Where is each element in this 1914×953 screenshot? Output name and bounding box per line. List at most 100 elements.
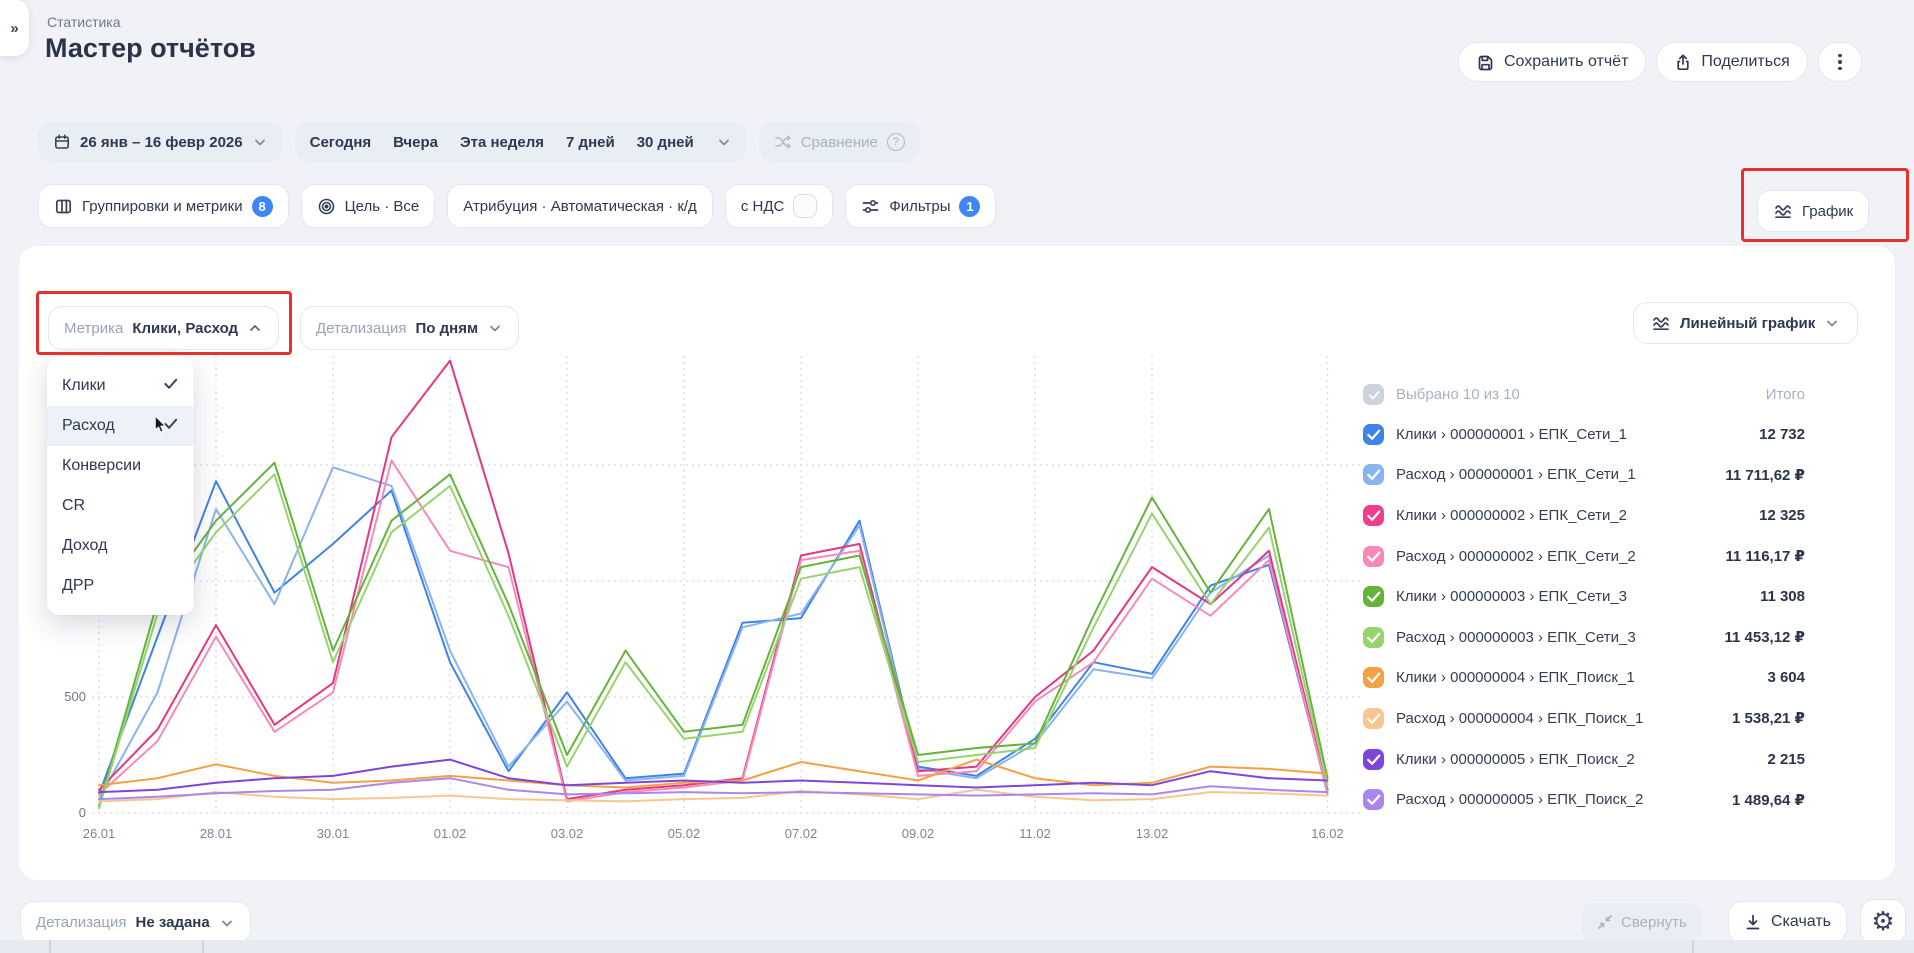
quick-range-1[interactable]: Сегодня (310, 134, 372, 151)
legend-row-4: Расход › 000000002 › ЕПК_Сети_211 116,17… (1363, 536, 1805, 577)
quick-range-3[interactable]: Эта неделя (460, 134, 544, 151)
vat-toggle[interactable]: с НДС (725, 184, 834, 228)
wave-chart-icon (1773, 201, 1793, 221)
chart-line-3 (99, 361, 1328, 799)
series-checkbox[interactable] (1363, 627, 1384, 648)
columns-icon (54, 197, 73, 216)
legend-row-9: Клики › 000000005 › ЕПК_Поиск_2 2 215 (1363, 739, 1805, 780)
legend-row-6: Расход › 000000003 › ЕПК_Сети_311 453,12… (1363, 617, 1805, 658)
report-wizard-page: » Статистика Мастер отчётов Сохранить от… (0, 0, 1914, 953)
x-axis-label: 13.02 (1136, 826, 1169, 841)
wave-chart-icon (1651, 313, 1671, 333)
settings-button[interactable]: ⚙ (1860, 899, 1906, 945)
series-total: 1 538,21 ₽ (1732, 709, 1805, 727)
series-label: Клики › 000000004 › ЕПК_Поиск_1 (1396, 669, 1755, 686)
chart-type-select[interactable]: Линейный график (1633, 302, 1858, 344)
chart-toggle-button[interactable]: График (1757, 190, 1869, 232)
x-axis-label: 03.02 (551, 826, 584, 841)
chevron-down-icon (219, 915, 235, 931)
download-button[interactable]: Скачать (1728, 901, 1847, 943)
save-report-button[interactable]: Сохранить отчёт (1458, 42, 1646, 82)
filters-button[interactable]: Фильтры 1 (845, 184, 996, 228)
chevron-down-icon[interactable] (716, 134, 732, 150)
menu-item-2[interactable]: Расход (47, 406, 194, 446)
series-checkbox[interactable] (1363, 749, 1384, 770)
date-toolbar: 26 янв – 16 февр 2026 Сегодня Вчера Эта не… (38, 122, 920, 162)
select-all-checkbox[interactable] (1363, 384, 1384, 405)
series-total: 3 604 (1767, 669, 1805, 686)
quick-range-group: Сегодня Вчера Эта неделя 7 дней 30 дней (295, 122, 747, 162)
series-checkbox[interactable] (1363, 464, 1384, 485)
target-icon (317, 197, 336, 216)
groupings-metrics-button[interactable]: Группировки и метрики 8 (38, 184, 289, 228)
series-checkbox[interactable] (1363, 586, 1384, 607)
legend-row-10: Расход › 000000005 › ЕПК_Поиск_21 489,64… (1363, 779, 1805, 820)
check-icon (162, 375, 179, 397)
chart-line-4 (99, 460, 1328, 801)
quick-range-4[interactable]: 7 дней (566, 134, 615, 151)
menu-item-4[interactable]: CR (47, 486, 194, 526)
series-checkbox[interactable] (1363, 667, 1384, 688)
series-label: Расход › 000000001 › ЕПК_Сети_1 (1396, 466, 1713, 483)
x-axis-label: 30.01 (317, 826, 350, 841)
series-checkbox[interactable] (1363, 708, 1384, 729)
x-axis-label: 01.02 (434, 826, 467, 841)
comparison-button[interactable]: Сравнение ? (759, 122, 920, 162)
filters-count-badge: 1 (959, 196, 980, 217)
menu-item-1[interactable]: Клики (47, 366, 194, 406)
series-total: 11 453,12 ₽ (1724, 628, 1805, 646)
series-label: Клики › 000000002 › ЕПК_Сети_2 (1396, 507, 1747, 524)
series-total: 11 711,62 ₽ (1725, 466, 1805, 484)
attribution-button[interactable]: Атрибуция · Автоматическая · к/д (447, 184, 713, 228)
page-title: Мастер отчётов (45, 33, 256, 64)
total-column-header: Итого (1766, 386, 1805, 403)
series-label: Клики › 000000003 › ЕПК_Сети_3 (1396, 588, 1748, 605)
mouse-cursor (153, 416, 168, 435)
help-icon[interactable]: ? (887, 133, 905, 151)
series-checkbox[interactable] (1363, 789, 1384, 810)
legend-row-5: Клики › 000000003 › ЕПК_Сети_3 11 308 (1363, 576, 1805, 617)
series-total: 2 215 (1767, 751, 1805, 768)
x-axis-label: 05.02 (668, 826, 701, 841)
menu-item-5[interactable]: Доход (47, 526, 194, 566)
footer-granularity-select[interactable]: Детализация Не задана (20, 901, 251, 944)
chevron-up-icon (247, 320, 263, 336)
series-label: Клики › 000000001 › ЕПК_Сети_1 (1396, 426, 1747, 443)
y-axis-label: 0 (79, 805, 86, 820)
share-button[interactable]: Поделиться (1656, 42, 1807, 82)
quick-range-2[interactable]: Вчера (393, 134, 438, 151)
kebab-icon (1838, 54, 1842, 58)
menu-item-6[interactable]: ДРР (47, 566, 194, 606)
menu-item-3[interactable]: Конверсии (47, 446, 194, 486)
header-actions: Сохранить отчёт Поделиться (1458, 42, 1862, 82)
more-actions-button[interactable] (1818, 42, 1862, 82)
x-axis-label: 11.02 (1019, 826, 1051, 841)
settings-toolbar: Группировки и метрики 8 Цель · Все Атриб… (38, 184, 996, 228)
shuffle-icon (774, 133, 792, 151)
metric-dropdown-menu: КликиРасходКонверсииCRДоходДРР (47, 357, 194, 615)
y-axis-label: 500 (64, 689, 86, 704)
x-axis-label: 26.01 (83, 826, 116, 841)
collapse-button[interactable]: Свернуть (1582, 903, 1702, 941)
x-axis-label: 16.02 (1311, 826, 1344, 841)
series-checkbox[interactable] (1363, 546, 1384, 567)
breadcrumb[interactable]: Статистика (47, 14, 121, 30)
vat-checkbox[interactable] (793, 194, 817, 218)
series-checkbox[interactable] (1363, 424, 1384, 445)
gear-icon: ⚙ (1871, 907, 1894, 937)
series-checkbox[interactable] (1363, 505, 1384, 526)
quick-range-5[interactable]: 30 дней (637, 134, 694, 151)
chart-line-1 (99, 481, 1328, 794)
goal-button[interactable]: Цель · Все (301, 184, 436, 228)
collapse-icon (1597, 914, 1613, 930)
series-label: Расход › 000000004 › ЕПК_Поиск_1 (1396, 710, 1720, 727)
metric-select[interactable]: Метрика Клики, Расход (48, 306, 279, 350)
sidebar-expand-button[interactable]: » (0, 0, 29, 56)
series-total: 11 308 (1760, 588, 1805, 605)
chart-line-5 (99, 463, 1328, 806)
chart-line-6 (99, 474, 1328, 808)
double-chevron-right-icon: » (10, 20, 18, 37)
date-range-picker[interactable]: 26 янв – 16 февр 2026 (38, 122, 283, 162)
series-label: Клики › 000000005 › ЕПК_Поиск_2 (1396, 751, 1755, 768)
series-label: Расход › 000000002 › ЕПК_Сети_2 (1396, 548, 1713, 565)
